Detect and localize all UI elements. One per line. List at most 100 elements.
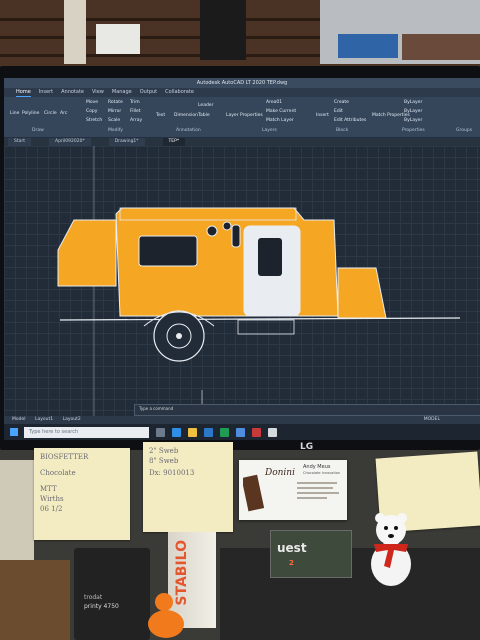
doc-tab-start[interactable]: Start <box>8 138 31 146</box>
card-text-line <box>297 482 337 484</box>
edge-browser-icon[interactable] <box>172 427 181 437</box>
layout-tab-layout1[interactable]: Layout1 <box>35 417 53 422</box>
orange-toy-figure <box>148 593 184 638</box>
table-tool[interactable]: Table <box>198 113 210 118</box>
tab-manage[interactable]: Manage <box>112 88 132 97</box>
quest-sign: uest 2 <box>270 530 352 578</box>
tab-annotate[interactable]: Annotate <box>61 88 84 97</box>
chassis-box <box>237 319 295 335</box>
fillet-tool[interactable]: Fillet <box>130 109 141 114</box>
card-subtitle: Chocolate Innovation <box>303 471 341 475</box>
insert-block-tool[interactable]: Insert <box>316 113 329 118</box>
tab-collaborate[interactable]: Collaborate <box>165 88 194 97</box>
note-line: Wirths <box>40 495 64 503</box>
wheel-hub <box>176 333 182 339</box>
note-line: MTT <box>40 485 57 493</box>
sign-text: uest <box>277 541 307 555</box>
file-explorer-icon[interactable] <box>188 427 197 437</box>
array-tool[interactable]: Array <box>130 118 142 123</box>
drawing-canvas[interactable] <box>4 146 480 416</box>
command-prompt[interactable]: Type a command <box>139 406 173 411</box>
business-card: Donini Andy Meus Chocolate Innovation <box>239 460 347 520</box>
model-space-toggle[interactable]: MODEL <box>424 416 440 424</box>
scale-tool[interactable]: Scale <box>108 118 120 123</box>
taskbar-search-input[interactable]: Type here to search <box>24 426 149 438</box>
trim-tool[interactable]: Trim <box>130 100 140 105</box>
rear-storage <box>337 267 387 319</box>
panel-label-annotation[interactable]: Annotation <box>176 128 201 133</box>
monitor-brand-logo: LG <box>300 442 314 452</box>
card-logo: Donini <box>265 468 295 478</box>
arc-tool[interactable]: Arc <box>60 111 67 116</box>
word-icon[interactable] <box>236 427 245 437</box>
command-line[interactable]: Type a command <box>134 404 480 416</box>
doc-tab-april[interactable]: April092020* <box>49 138 91 146</box>
color-dropdown[interactable]: ByLayer <box>404 100 422 105</box>
move-tool[interactable]: Move <box>86 100 98 105</box>
chocolate-bar-icon <box>243 474 265 512</box>
windows-taskbar: Type here to search <box>4 424 480 440</box>
document-tabs: Start April092020* Drawing1* TEP* <box>4 138 480 146</box>
stretch-tool[interactable]: Stretch <box>86 118 102 123</box>
acrobat-icon[interactable] <box>252 427 261 437</box>
text-tool[interactable]: Text <box>156 113 165 118</box>
monitor-screen: Autodesk AutoCAD LT 2020 TEP.dwg Home In… <box>4 78 480 440</box>
layout-tab-layout2[interactable]: Layout2 <box>63 417 81 422</box>
outlook-icon[interactable] <box>204 427 213 437</box>
layer-properties-tool[interactable]: Layer Properties <box>226 113 263 118</box>
title-bar: Autodesk AutoCAD LT 2020 TEP.dwg <box>4 78 480 88</box>
doc-tab-tep[interactable]: TEP* <box>162 138 186 146</box>
panel-label-groups[interactable]: Groups <box>456 128 472 133</box>
window-title: Autodesk AutoCAD LT 2020 TEP.dwg <box>196 80 288 86</box>
stamp-model: printy 4750 <box>84 603 119 610</box>
tab-view[interactable]: View <box>92 88 104 97</box>
circle-tool[interactable]: Circle <box>44 111 57 116</box>
excel-icon[interactable] <box>220 427 229 437</box>
lineweight-dropdown[interactable]: ByLayer <box>404 118 422 123</box>
panel-label-modify[interactable]: Modify <box>108 128 123 133</box>
windows-start-icon[interactable] <box>10 428 18 436</box>
sticky-note-left: BIOSFETTER Chocolate MTT Wirths 06 1/2 <box>34 448 130 540</box>
rotate-tool[interactable]: Rotate <box>108 100 123 105</box>
mirror-tool[interactable]: Mirror <box>108 109 121 114</box>
polar-bear-figurine <box>371 513 411 586</box>
ribbon-tab-bar: Home Insert Annotate View Manage Output … <box>4 88 480 97</box>
stamp-brand: trodat <box>84 594 103 601</box>
panel-label-draw[interactable]: Draw <box>32 128 44 133</box>
copy-tool[interactable]: Copy <box>86 109 97 114</box>
note-line: BIOSFETTER <box>40 453 89 461</box>
tab-insert[interactable]: Insert <box>39 88 53 97</box>
tab-output[interactable]: Output <box>140 88 157 97</box>
sign-number: 2 <box>289 559 294 567</box>
leader-tool[interactable]: Leader <box>198 103 213 108</box>
porthole-window-1 <box>206 225 218 237</box>
tab-home[interactable]: Home <box>16 88 31 97</box>
panel-label-layers[interactable]: Layers <box>262 128 277 133</box>
task-view-icon[interactable] <box>156 427 165 437</box>
line-tool[interactable]: Line <box>10 111 19 116</box>
card-text-line <box>297 492 339 494</box>
polyline-tool[interactable]: Polyline <box>22 111 39 116</box>
card-text-line <box>297 497 327 499</box>
match-layer-tool[interactable]: Match Layer <box>266 118 294 123</box>
layout-tab-model[interactable]: Model <box>12 417 26 422</box>
autocad-taskbar-icon[interactable] <box>268 427 277 437</box>
dimension-tool[interactable]: Dimension <box>174 113 198 118</box>
door-window <box>258 238 282 276</box>
panel-label-block[interactable]: Block <box>336 128 348 133</box>
front-box <box>57 219 117 287</box>
make-current-tool[interactable]: Make Current <box>266 109 296 114</box>
note-line: 2" Sweb <box>149 447 179 455</box>
layer-dropdown[interactable]: Area01 <box>266 100 282 105</box>
sticky-note-middle: 2" Sweb 8" Sweb Dx: 9010013 <box>143 442 233 532</box>
self-inking-stamp: trodat printy 4750 <box>74 548 150 640</box>
ribbon: Line Polyline Circle Arc Move Rotate Tri… <box>4 97 480 138</box>
edit-attributes-tool[interactable]: Edit Attributes <box>334 118 366 123</box>
doc-tab-drawing1[interactable]: Drawing1* <box>108 138 145 146</box>
edit-block-tool[interactable]: Edit <box>334 109 343 114</box>
card-name: Andy Meus <box>303 464 331 470</box>
panel-label-properties[interactable]: Properties <box>402 128 425 133</box>
note-line: 8" Sweb <box>149 457 179 465</box>
create-block-tool[interactable]: Create <box>334 100 349 105</box>
linetype-dropdown[interactable]: ByLayer <box>404 109 422 114</box>
